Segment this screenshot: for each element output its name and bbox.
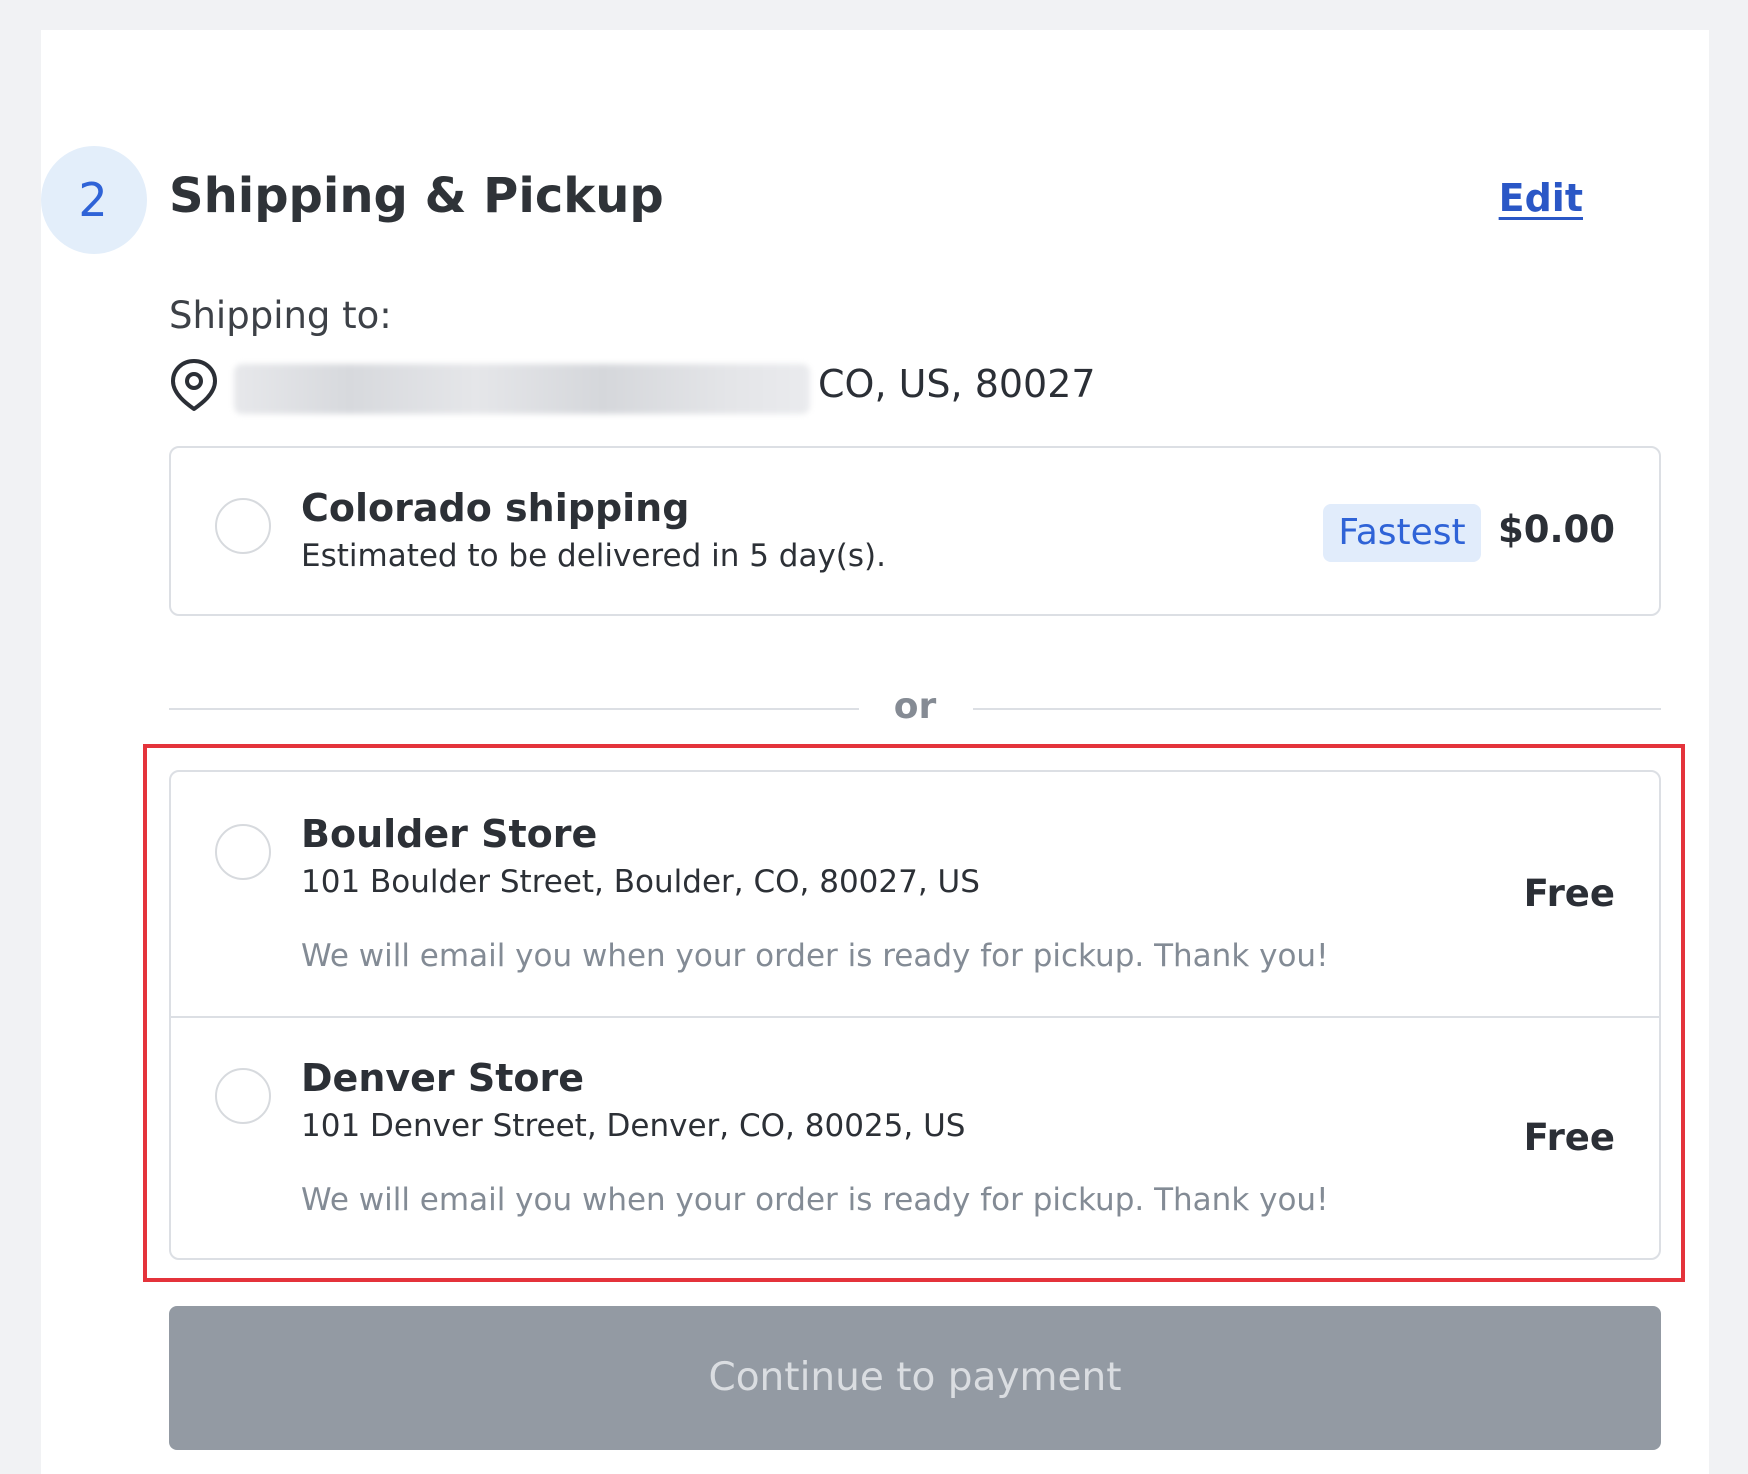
checkout-panel: 2 Shipping & Pickup Edit Shipping to: CO… — [41, 30, 1709, 1474]
shipping-to-label: Shipping to: — [169, 294, 392, 337]
edit-link[interactable]: Edit — [1499, 176, 1583, 220]
shipping-option-price: $0.00 — [1497, 508, 1615, 551]
redacted-street-address — [234, 364, 810, 414]
radio-colorado-shipping[interactable] — [215, 498, 271, 554]
divider-line-left — [169, 708, 859, 710]
section-title: Shipping & Pickup — [169, 168, 664, 224]
or-divider-label: or — [893, 686, 937, 727]
location-pin-icon — [171, 359, 217, 411]
fastest-badge: Fastest — [1323, 504, 1481, 562]
shipping-option-title: Colorado shipping — [301, 486, 690, 530]
shipping-address: CO, US, 80027 — [818, 362, 1096, 406]
divider-line-right — [973, 708, 1661, 710]
highlight-box — [143, 744, 1685, 1282]
continue-to-payment-button[interactable]: Continue to payment — [169, 1306, 1661, 1450]
shipping-option-colorado[interactable]: Colorado shipping Estimated to be delive… — [169, 446, 1661, 616]
shipping-option-estimate: Estimated to be delivered in 5 day(s). — [301, 538, 887, 574]
step-number: 2 — [78, 173, 108, 227]
